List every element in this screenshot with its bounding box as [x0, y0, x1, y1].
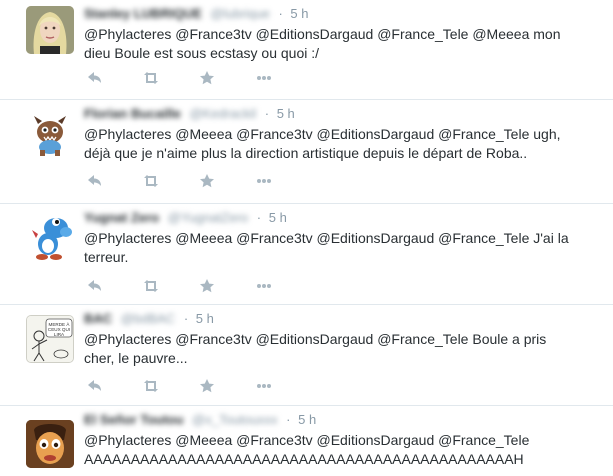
- reply-icon[interactable]: [84, 376, 104, 396]
- reply-icon[interactable]: [84, 276, 104, 296]
- display-name[interactable]: El Señor Toutou: [84, 412, 183, 427]
- tweet-actions: [84, 171, 284, 191]
- user-handle[interactable]: @YugnatZero: [168, 210, 248, 225]
- tweet-text-line: @Phylacteres @Meeea @France3tv @Editions…: [84, 432, 530, 448]
- separator: ·: [278, 6, 283, 21]
- retweet-icon[interactable]: [141, 276, 161, 296]
- more-icon[interactable]: [254, 171, 274, 191]
- tweet-text-line: dieu Boule est sous ecstasy ou quoi :/: [84, 45, 320, 61]
- user-handle[interactable]: @x_Toutouxxx: [192, 412, 277, 427]
- star-icon[interactable]: [197, 171, 217, 191]
- tweet-text: @Phylacteres @Meeea @France3tv @Editions…: [84, 431, 604, 469]
- avatar-caption-line: LIRA: [54, 332, 65, 337]
- tweet-actions: [84, 376, 284, 396]
- reply-icon[interactable]: [84, 171, 104, 191]
- separator: ·: [286, 412, 291, 427]
- timestamp[interactable]: 5 h: [290, 6, 308, 21]
- tweet-text-line: déjà que je n'aime plus la direction art…: [84, 145, 528, 161]
- star-icon[interactable]: [197, 276, 217, 296]
- display-name[interactable]: Florian Bucaille: [84, 106, 181, 121]
- avatar[interactable]: [26, 6, 74, 54]
- retweet-icon[interactable]: [141, 171, 161, 191]
- timestamp[interactable]: 5 h: [277, 106, 295, 121]
- tweet-text-line: AAAAAAAAAAAAAAAAAAAAAAAAAAAAAAAAAAAAAAAA…: [84, 451, 524, 467]
- retweet-icon[interactable]: [141, 376, 161, 396]
- tweet-actions: [84, 68, 284, 88]
- user-handle[interactable]: @bdBAC: [121, 311, 175, 326]
- separator: ·: [264, 106, 270, 121]
- tweet-text: @Phylacteres @Meeea @France3tv @Editions…: [84, 229, 584, 267]
- tweet[interactable]: MERDE À CEUX QUI LIRA BAC @bdBAC · 5 h @…: [0, 305, 613, 406]
- star-icon[interactable]: [197, 68, 217, 88]
- tweet-text-line: terreur.: [84, 249, 129, 265]
- tweet-header: El Señor Toutou @x_Toutouxxx · 5 h: [84, 411, 316, 429]
- tweet[interactable]: Yugnat Zero @YugnatZero · 5 h @Phylacter…: [0, 204, 613, 305]
- timestamp[interactable]: 5 h: [196, 311, 214, 326]
- tweet[interactable]: Florian Bucaille @Kedrackil · 5 h @Phyla…: [0, 100, 613, 204]
- more-icon[interactable]: [254, 276, 274, 296]
- tweet[interactable]: El Señor Toutou @x_Toutouxxx · 5 h @Phyl…: [0, 406, 613, 476]
- timestamp[interactable]: 5 h: [298, 412, 316, 427]
- tweet-text: @Phylacteres @France3tv @EditionsDargaud…: [84, 25, 584, 63]
- separator: ·: [256, 210, 262, 225]
- more-icon[interactable]: [254, 68, 274, 88]
- display-name[interactable]: BAC: [84, 311, 112, 326]
- tweet-header: BAC @bdBAC · 5 h: [84, 310, 214, 328]
- user-handle[interactable]: @Kedrackil: [189, 106, 256, 121]
- timestamp[interactable]: 5 h: [269, 210, 287, 225]
- tweet-text-line: @Phylacteres @Meeea @France3tv @Editions…: [84, 230, 569, 246]
- tweet-header: Yugnat Zero @YugnatZero · 5 h: [84, 209, 287, 227]
- user-handle[interactable]: @lubrique: [210, 6, 269, 21]
- reply-icon[interactable]: [84, 68, 104, 88]
- display-name[interactable]: Stanley LUBRIQUE: [84, 6, 202, 21]
- tweet-text: @Phylacteres @Meeea @France3tv @Editions…: [84, 125, 584, 163]
- tweet[interactable]: Stanley LUBRIQUE @lubrique · 5 h @Phylac…: [0, 0, 613, 100]
- star-icon[interactable]: [197, 376, 217, 396]
- tweet-text-line: cher, le pauvre...: [84, 350, 188, 366]
- tweet-text-line: @Phylacteres @France3tv @EditionsDargaud…: [84, 331, 547, 347]
- separator: ·: [183, 311, 189, 326]
- avatar[interactable]: [26, 212, 74, 260]
- display-name[interactable]: Yugnat Zero: [84, 210, 159, 225]
- avatar[interactable]: [26, 420, 74, 468]
- tweet-actions: [84, 276, 284, 296]
- tweet-header: Florian Bucaille @Kedrackil · 5 h: [84, 105, 295, 123]
- tweet-text-line: @Phylacteres @Meeea @France3tv @Editions…: [84, 126, 561, 142]
- more-icon[interactable]: [254, 376, 274, 396]
- avatar[interactable]: MERDE À CEUX QUI LIRA: [26, 315, 74, 363]
- avatar[interactable]: [26, 110, 74, 158]
- tweet-text-line: @Phylacteres @France3tv @EditionsDargaud…: [84, 26, 561, 42]
- tweet-header: Stanley LUBRIQUE @lubrique · 5 h: [84, 5, 309, 23]
- retweet-icon[interactable]: [141, 68, 161, 88]
- tweet-text: @Phylacteres @France3tv @EditionsDargaud…: [84, 330, 584, 368]
